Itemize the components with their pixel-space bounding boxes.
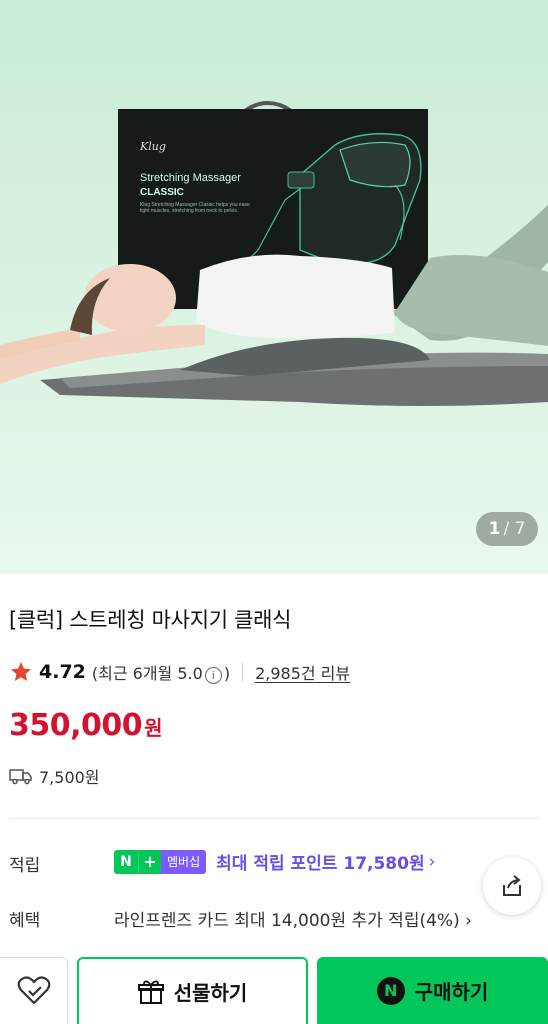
membership-label: 멤버십 [161,849,207,874]
box-desc-2: tight muscles, stretching from neck to p… [140,208,238,214]
price: 350,000 원 [9,708,163,743]
recent-rating-text: (최근 6개월 5.0 [91,664,203,683]
gift-button-label: 선물하기 [173,981,248,1005]
points-label: 적립 [9,856,41,876]
shipping-fee: 7,500원 [9,764,100,788]
star-icon [11,662,31,681]
recent-rating: (최근 6개월 5.0 i) [92,660,230,684]
max-points-text: 최대 적립 포인트 17,580원 [216,854,425,874]
image-counter-total: / 7 [503,519,526,539]
product-photo: Klug Stretching Massager CLASSIC Klug St… [0,0,548,574]
naver-plus-membership-badge: N + 멤버십 [114,849,207,874]
section-divider [9,818,539,819]
product-title: [클럭] 스트레칭 마사지기 클래식 [9,608,292,632]
divider [242,663,244,681]
heart-icon [17,976,50,1005]
image-counter: 1 / 7 [476,512,538,546]
info-circle-icon[interactable]: i [204,667,222,684]
gift-icon [137,980,164,1004]
points-row[interactable]: N + 멤버십 최대 적립 포인트 17,580원 › [114,849,435,874]
review-count-link[interactable]: 2,985건 리뷰 [255,660,350,684]
rating-row: 4.72 (최근 6개월 5.0 i) 2,985건 리뷰 [9,658,350,686]
buy-button-label: 구매하기 [414,980,489,1004]
gift-button[interactable]: 선물하기 [77,957,308,1024]
recent-rating-close: ) [223,664,231,683]
benefit-label: 혜택 [9,911,41,931]
image-counter-current: 1 [488,519,501,539]
naver-n-icon: N [376,976,405,1005]
product-image-carousel[interactable]: Klug Stretching Massager CLASSIC Klug St… [0,0,548,574]
buy-button[interactable]: N 구매하기 [317,957,548,1024]
share-icon [503,875,521,896]
plus-icon: + [138,849,161,874]
chevron-right-icon: › [428,851,436,872]
shipping-fee-text: 7,500원 [39,768,100,787]
truck-icon [9,769,32,785]
naver-n-icon: N [114,849,138,874]
share-button[interactable] [483,857,541,915]
box-brand: Klug [139,140,166,153]
box-title: Stretching Massager [140,172,241,184]
benefit-card-offer[interactable]: 라인프렌즈 카드 최대 14,000원 추가 적립(4%) › [114,906,472,931]
price-unit: 원 [144,716,163,740]
price-value: 350,000 [9,708,143,743]
box-subtitle: CLASSIC [140,187,184,198]
like-button[interactable] [0,957,68,1024]
rating-value: 4.72 [39,661,86,683]
